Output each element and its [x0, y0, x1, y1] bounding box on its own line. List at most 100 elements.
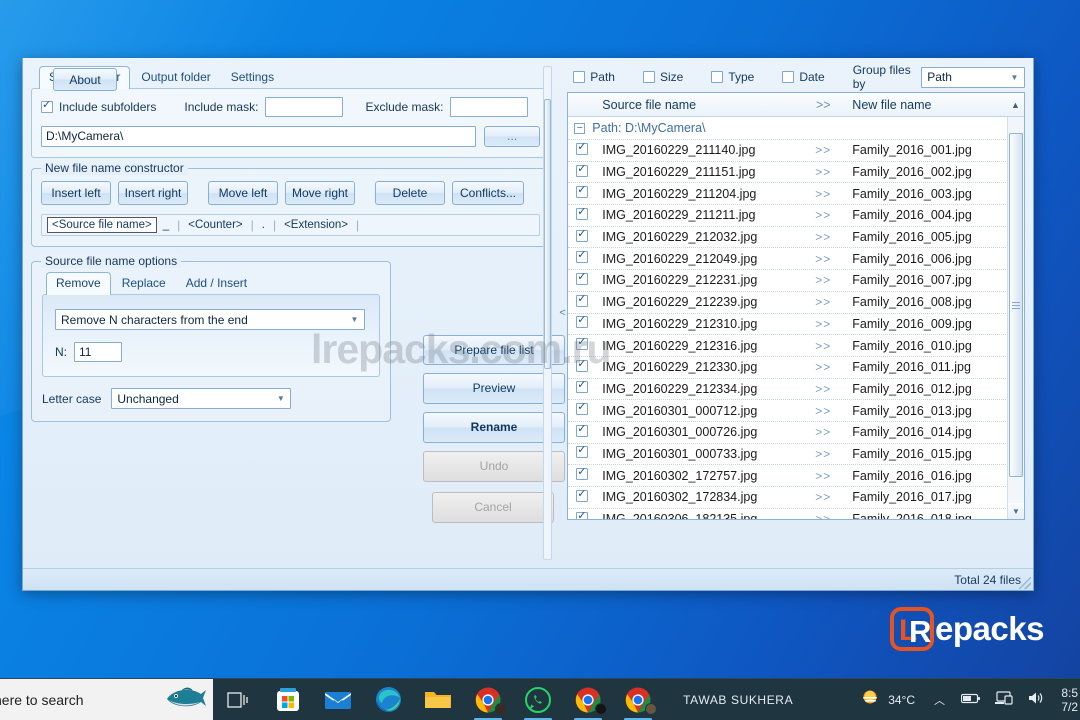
tab-add-insert[interactable]: Add / Insert: [177, 273, 256, 294]
chrome-icon[interactable]: [463, 679, 513, 720]
include-mask-input[interactable]: [265, 97, 344, 117]
type-checkbox[interactable]: [711, 71, 724, 83]
table-row[interactable]: IMG_20160229_211140.jpg >> Family_2016_001…: [568, 140, 1024, 162]
row-checkbox[interactable]: [576, 381, 589, 394]
group-files-by-select[interactable]: Path ▼: [921, 66, 1025, 88]
row-checkbox[interactable]: [576, 403, 589, 416]
include-subfolders-checkbox[interactable]: [41, 99, 53, 113]
remove-mode-select[interactable]: Remove N characters from the end ▼: [55, 309, 365, 330]
delete-button[interactable]: Delete: [375, 181, 445, 205]
table-row[interactable]: IMG_20160306_182135.jpg>>Family_2016_018…: [568, 509, 1024, 519]
chrome-icon[interactable]: [563, 679, 613, 720]
row-checkbox[interactable]: [576, 338, 589, 351]
scroll-up-icon[interactable]: ▲: [1007, 100, 1024, 110]
row-checkbox[interactable]: [576, 251, 589, 264]
whatsapp-icon[interactable]: [513, 679, 563, 720]
row-checkbox-cell[interactable]: [568, 424, 594, 440]
table-row[interactable]: IMG_20160302_172757.jpg >> Family_2016_016…: [568, 465, 1024, 487]
battery-icon[interactable]: [954, 692, 988, 708]
scrollbar-track[interactable]: [1008, 133, 1024, 503]
collapse-group-icon[interactable]: −: [574, 122, 586, 134]
table-row[interactable]: IMG_20160302_172834.jpg >> Family_2016_017…: [568, 487, 1024, 509]
row-checkbox[interactable]: [576, 511, 589, 519]
move-left-button[interactable]: Move left: [208, 181, 278, 205]
token-counter[interactable]: <Counter>: [184, 218, 246, 232]
source-path-input[interactable]: D:\MyCamera\: [41, 126, 477, 147]
splitter-collapse-icon[interactable]: <: [559, 307, 565, 319]
header-arrow-column[interactable]: >>: [802, 98, 844, 112]
filename-token-bar[interactable]: <Source file name> _ | <Counter> | . | <…: [41, 214, 540, 236]
token-underscore[interactable]: _: [159, 218, 173, 232]
token-source-file-name[interactable]: <Source file name>: [47, 217, 157, 233]
taskbar-clock[interactable]: 8:5 7/2: [1052, 686, 1078, 714]
table-row[interactable]: IMG_20160229_212239.jpg >> Family_2016_008…: [568, 292, 1024, 314]
row-checkbox[interactable]: [576, 164, 589, 177]
task-view-icon[interactable]: [213, 679, 263, 720]
row-checkbox-cell[interactable]: [568, 229, 594, 245]
row-checkbox-cell[interactable]: [568, 338, 594, 353]
tab-remove[interactable]: Remove: [46, 272, 111, 295]
table-row[interactable]: IMG_20160229_212316.jpg >> Family_2016_010…: [568, 335, 1024, 357]
row-checkbox-cell[interactable]: [568, 381, 594, 396]
row-checkbox[interactable]: [576, 207, 589, 220]
date-checkbox[interactable]: [782, 71, 795, 83]
row-checkbox-cell[interactable]: [568, 251, 594, 266]
table-row[interactable]: IMG_20160229_211151.jpg >> Family_2016_002…: [568, 162, 1024, 184]
cortana-fish-icon[interactable]: [163, 685, 207, 714]
token-extension[interactable]: <Extension>: [280, 218, 352, 232]
table-row[interactable]: IMG_20160229_212334.jpg >> Family_2016_012…: [568, 379, 1024, 401]
row-checkbox[interactable]: [576, 316, 589, 329]
left-pane-scroll-thumb[interactable]: [544, 99, 551, 369]
table-row[interactable]: IMG_20160301_000726.jpg >> Family_2016_014…: [568, 422, 1024, 444]
header-source-file-name[interactable]: Source file name: [594, 98, 802, 112]
row-checkbox[interactable]: [576, 489, 589, 502]
file-explorer-icon[interactable]: [413, 679, 463, 720]
filter-type[interactable]: Type: [711, 70, 754, 84]
row-checkbox-cell[interactable]: [568, 294, 594, 310]
about-button[interactable]: About: [53, 68, 117, 91]
table-row[interactable]: IMG_20160301_000712.jpg >> Family_2016_013…: [568, 400, 1024, 422]
weather-widget[interactable]: 34°C: [849, 689, 925, 710]
tab-settings[interactable]: Settings: [222, 67, 283, 88]
row-checkbox[interactable]: [576, 446, 589, 459]
row-checkbox-cell[interactable]: [568, 511, 594, 519]
tab-replace[interactable]: Replace: [113, 273, 175, 294]
table-row[interactable]: IMG_20160229_212049.jpg >> Family_2016_006…: [568, 248, 1024, 271]
table-row[interactable]: IMG_20160229_212330.jpg >> Family_2016_011…: [568, 357, 1024, 379]
tab-output-folder[interactable]: Output folder: [132, 67, 219, 88]
table-row[interactable]: IMG_20160229_212310.jpg >> Family_2016_009…: [568, 314, 1024, 336]
header-new-file-name[interactable]: New file name: [844, 98, 1007, 112]
table-row[interactable]: IMG_20160229_211211.jpg >> Family_2016_004…: [568, 205, 1024, 227]
browse-folder-button[interactable]: ...: [484, 126, 540, 147]
taskbar-search-box[interactable]: here to search: [0, 678, 213, 720]
show-hidden-icons-icon[interactable]: ︿: [925, 692, 954, 708]
volume-icon[interactable]: [1020, 691, 1052, 708]
chrome-icon[interactable]: [613, 679, 663, 720]
row-checkbox-cell[interactable]: [568, 446, 594, 461]
row-checkbox[interactable]: [576, 424, 589, 437]
file-list-scrollbar[interactable]: ▼: [1007, 117, 1024, 519]
table-row[interactable]: IMG_20160229_211204.jpg >> Family_2016_003…: [568, 183, 1024, 206]
exclude-mask-input[interactable]: [450, 97, 529, 117]
scrollbar-thumb[interactable]: [1009, 133, 1023, 477]
microsoft-store-icon[interactable]: [263, 679, 313, 720]
group-header-row[interactable]: − Path: D:\MyCamera\: [568, 117, 1024, 140]
size-checkbox[interactable]: [642, 71, 655, 83]
insert-left-button[interactable]: Insert left: [41, 181, 111, 205]
row-checkbox[interactable]: [576, 142, 589, 155]
network-icon[interactable]: [988, 691, 1020, 708]
resize-grip-icon[interactable]: [1019, 577, 1031, 589]
row-checkbox-cell[interactable]: [568, 316, 594, 331]
table-row[interactable]: IMG_20160229_212231.jpg >> Family_2016_007…: [568, 270, 1024, 292]
token-dot[interactable]: .: [258, 218, 269, 232]
row-checkbox[interactable]: [576, 186, 589, 199]
mail-icon[interactable]: [313, 679, 363, 720]
row-checkbox-cell[interactable]: [568, 403, 594, 418]
row-checkbox[interactable]: [576, 359, 589, 372]
letter-case-select[interactable]: Unchanged ▼: [111, 388, 292, 409]
path-checkbox[interactable]: [573, 71, 586, 83]
row-checkbox-cell[interactable]: [568, 359, 594, 375]
row-checkbox-cell[interactable]: [568, 207, 594, 223]
n-input[interactable]: 11: [74, 342, 122, 362]
table-row[interactable]: IMG_20160301_000733.jpg >> Family_2016_015…: [568, 444, 1024, 466]
